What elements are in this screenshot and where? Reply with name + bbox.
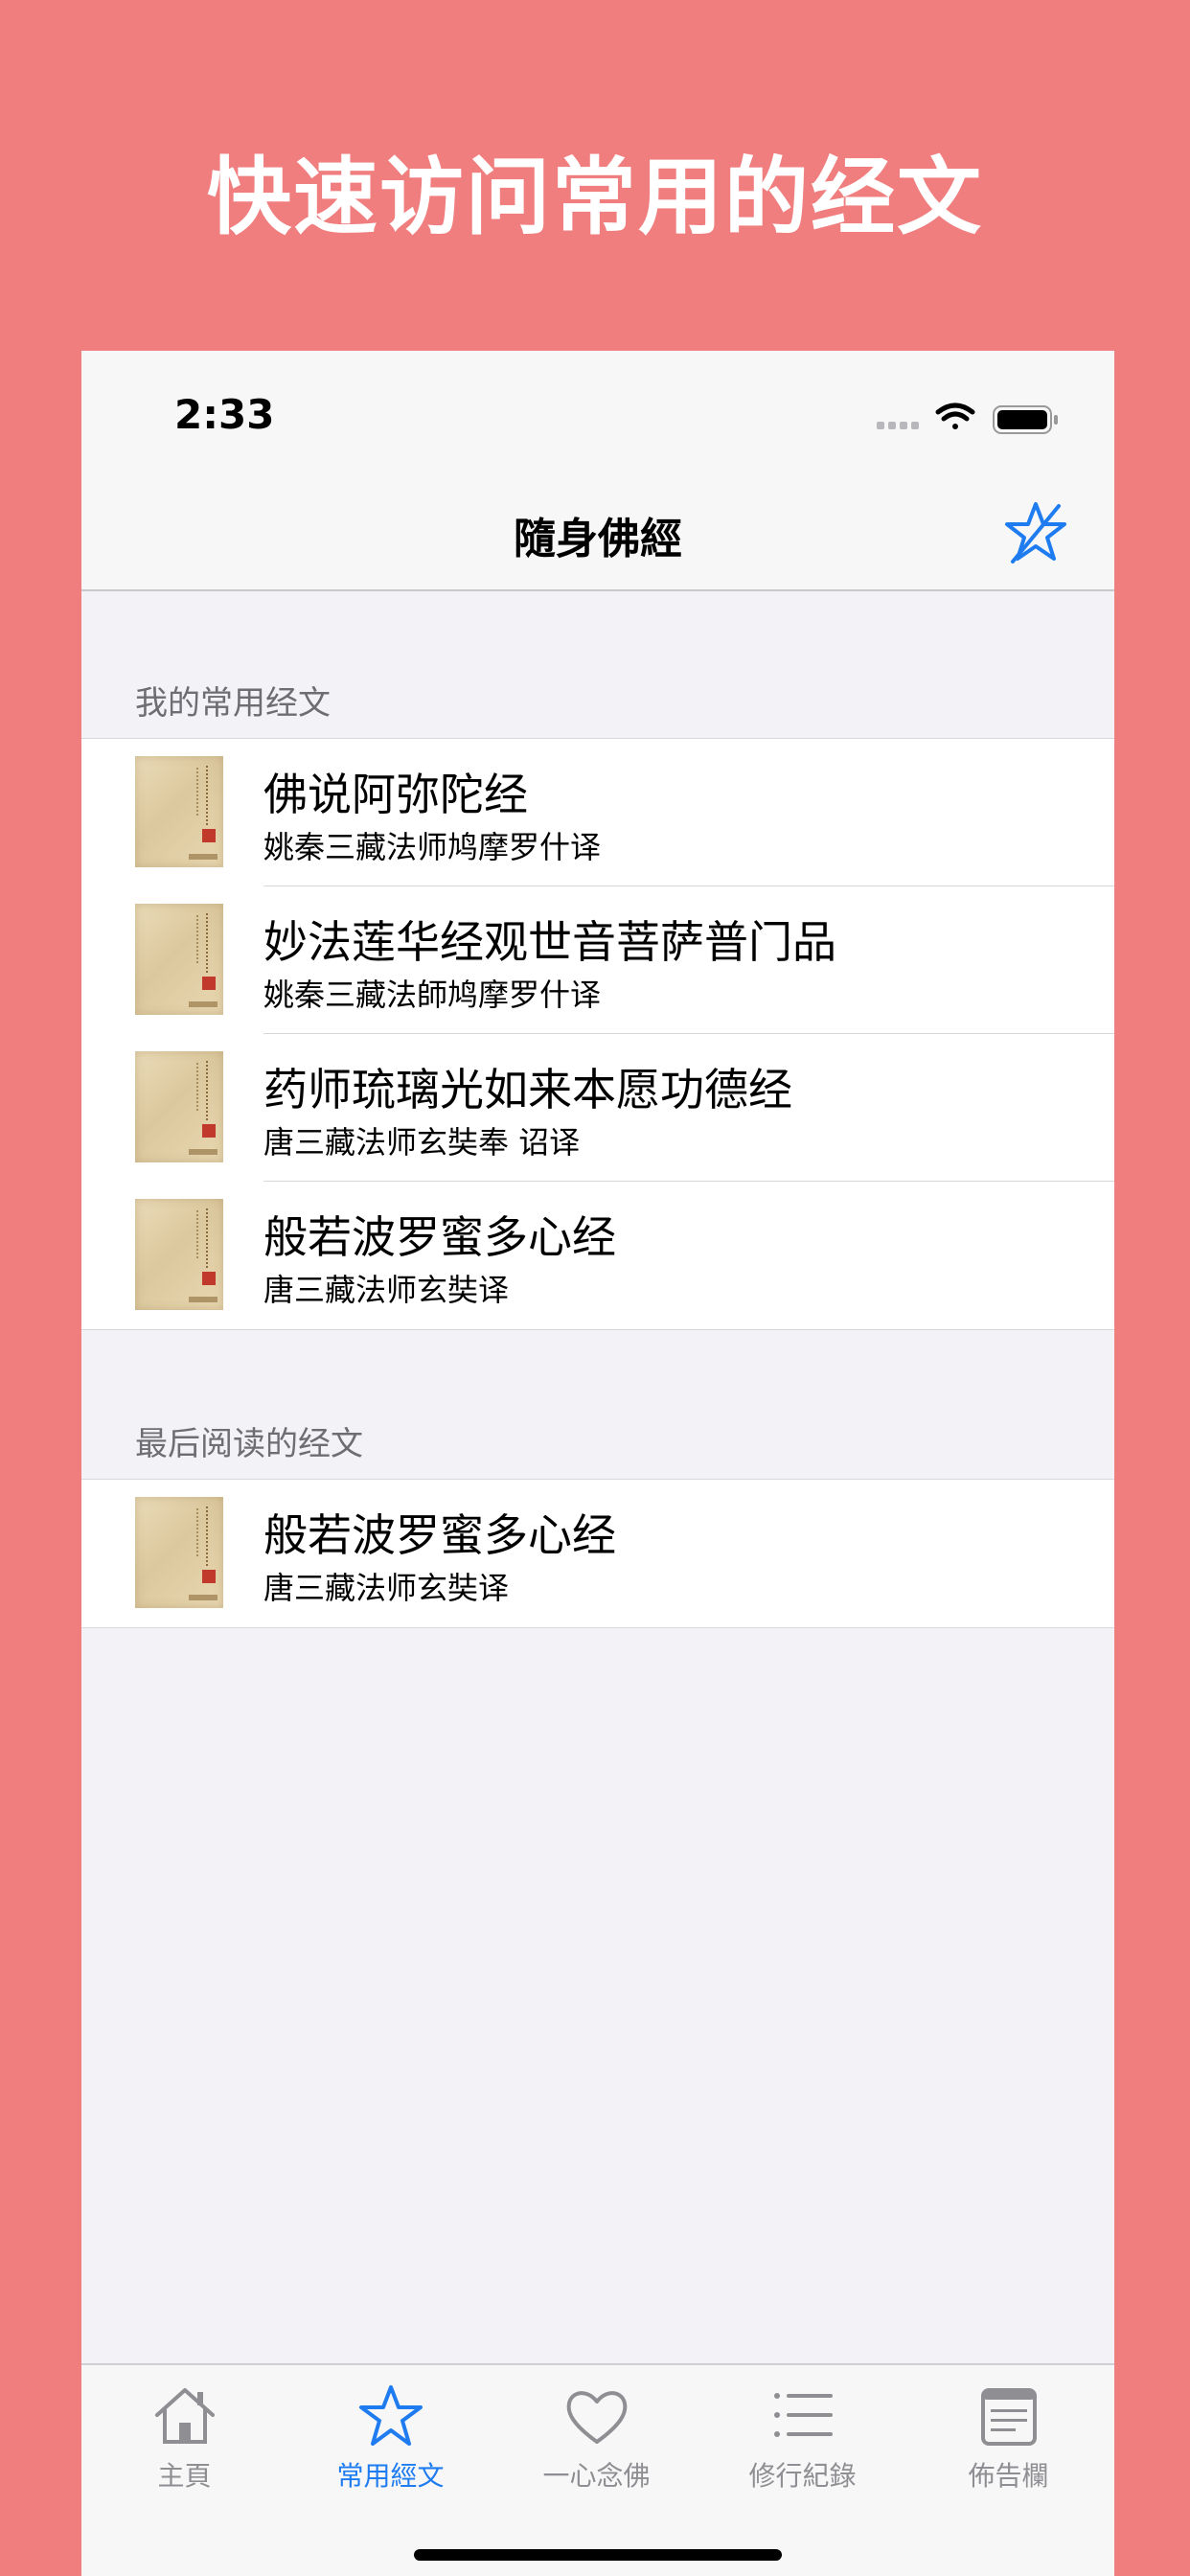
- star-icon: [358, 2385, 423, 2446]
- wifi-icon: [935, 402, 975, 429]
- tab-practice-log[interactable]: 修行紀錄: [699, 2384, 905, 2494]
- section-header-recent: 最后阅读的经文: [135, 1425, 363, 1463]
- phone-screen: 2:33 隨身佛經 我的常用经文 佛说阿弥陀经 姚秦三藏法师鸠摩罗什译 妙法莲华…: [81, 351, 1114, 2576]
- list-item[interactable]: 般若波罗蜜多心经 唐三藏法师玄奘译: [81, 1480, 1114, 1627]
- tab-bulletin[interactable]: 佈告欄: [905, 2384, 1111, 2494]
- status-bar: 2:33: [81, 351, 1114, 475]
- item-subtitle: 唐三藏法师玄奘译: [263, 1272, 510, 1308]
- tab-label: 一心念佛: [542, 2460, 651, 2492]
- battery-icon: [993, 405, 1058, 434]
- item-subtitle: 唐三藏法师玄奘奉 诏译: [263, 1124, 581, 1161]
- item-title: 般若波罗蜜多心经: [263, 1509, 616, 1561]
- list-icon: [773, 2393, 833, 2437]
- recent-list: 般若波罗蜜多心经 唐三藏法师玄奘译: [81, 1479, 1114, 1628]
- list-item[interactable]: 妙法莲华经观世音菩萨普门品 姚秦三藏法師鸠摩罗什译: [81, 886, 1114, 1034]
- tab-label: 佈告欄: [968, 2460, 1049, 2492]
- book-cover-thumbnail: [135, 756, 223, 867]
- item-title: 妙法莲华经观世音菩萨普门品: [263, 916, 836, 968]
- home-icon: [154, 2388, 215, 2444]
- item-subtitle: 唐三藏法师玄奘译: [263, 1570, 510, 1606]
- list-item[interactable]: 药师琉璃光如来本愿功德经 唐三藏法师玄奘奉 诏译: [81, 1034, 1114, 1182]
- signal-icon: [877, 422, 919, 429]
- item-subtitle: 姚秦三藏法師鸠摩罗什译: [263, 977, 602, 1013]
- book-cover-thumbnail: [135, 1497, 223, 1608]
- item-title: 佛说阿弥陀经: [263, 769, 528, 820]
- heart-icon: [566, 2391, 627, 2444]
- item-title: 药师琉璃光如来本愿功德经: [263, 1064, 792, 1116]
- home-indicator: [414, 2549, 782, 2561]
- tab-bar: 主頁 常用經文 一心念佛 修行紀錄 佈告欄: [81, 2363, 1114, 2576]
- nav-title: 隨身佛經: [514, 515, 682, 564]
- tab-favorites[interactable]: 常用經文: [287, 2384, 493, 2494]
- star-icon[interactable]: [1003, 500, 1068, 565]
- book-cover-thumbnail: [135, 1199, 223, 1310]
- section-header-favorites: 我的常用经文: [135, 684, 331, 723]
- tab-recite[interactable]: 一心念佛: [493, 2384, 699, 2494]
- tab-label: 修行紀錄: [748, 2460, 857, 2492]
- tab-home[interactable]: 主頁: [81, 2384, 287, 2494]
- promo-title: 快速访问常用的经文: [206, 148, 983, 246]
- tab-label: 主頁: [157, 2460, 212, 2492]
- favorites-list: 佛说阿弥陀经 姚秦三藏法师鸠摩罗什译 妙法莲华经观世音菩萨普门品 姚秦三藏法師鸠…: [81, 738, 1114, 1330]
- list-item[interactable]: 佛说阿弥陀经 姚秦三藏法师鸠摩罗什译: [81, 739, 1114, 886]
- book-cover-thumbnail: [135, 1051, 223, 1162]
- navigation-bar: 隨身佛經: [81, 475, 1114, 591]
- list-item[interactable]: 般若波罗蜜多心经 唐三藏法师玄奘译: [81, 1182, 1114, 1329]
- newspaper-icon: [980, 2388, 1037, 2446]
- status-time: 2:33: [174, 391, 275, 438]
- status-icons: [877, 401, 1068, 439]
- item-title: 般若波罗蜜多心经: [263, 1211, 616, 1263]
- item-subtitle: 姚秦三藏法师鸠摩罗什译: [263, 829, 602, 865]
- book-cover-thumbnail: [135, 904, 223, 1015]
- tab-label: 常用經文: [336, 2460, 445, 2492]
